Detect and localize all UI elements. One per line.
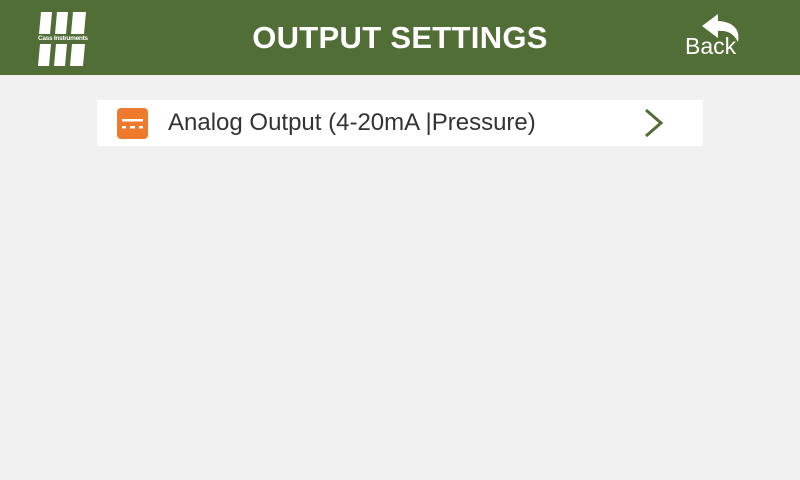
menu-item-label: Analog Output (4-20mA |Pressure) <box>168 109 536 136</box>
chevron-right-icon <box>641 108 667 138</box>
output-card-icon <box>117 108 148 139</box>
header-bar: Cass Instruments OUTPUT SETTINGS Back <box>0 0 800 75</box>
logo-wordmark: Cass Instruments <box>38 35 88 42</box>
company-logo: Cass Instruments <box>38 12 88 66</box>
back-label: Back <box>685 33 737 59</box>
back-button[interactable]: Back <box>680 10 750 66</box>
menu-item-analog-output[interactable]: Analog Output (4-20mA |Pressure) <box>97 100 703 146</box>
